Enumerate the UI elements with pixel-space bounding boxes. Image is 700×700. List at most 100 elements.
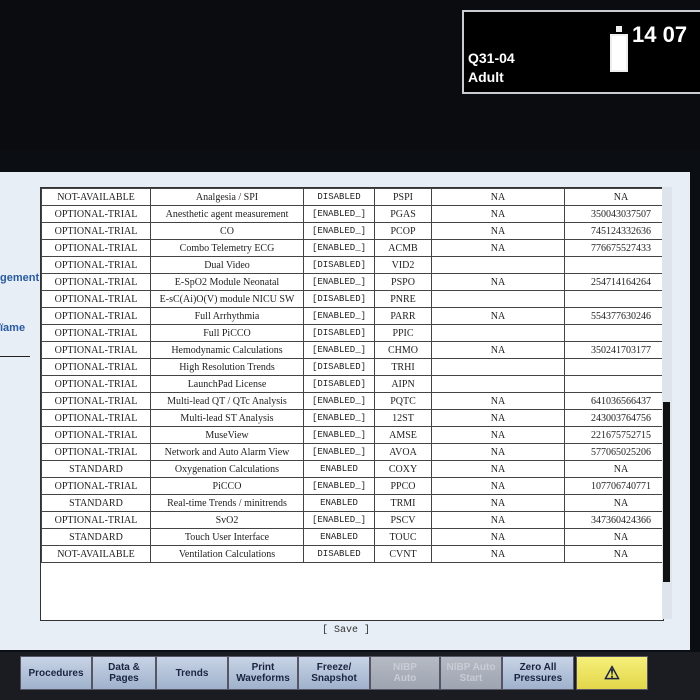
state-cell: [ENABLED_] <box>303 477 375 495</box>
feature-name-cell: Network and Auto Alarm View <box>150 443 304 461</box>
feature-name-cell: PiCCO <box>150 477 304 495</box>
licence-type-cell: OPTIONAL-TRIAL <box>41 511 151 529</box>
trial-cell <box>431 324 565 342</box>
feature-name-cell: Oxygenation Calculations <box>150 460 304 478</box>
table-row[interactable]: OPTIONAL-TRIAL E-sC(Ai)O(V) module NICU S… <box>41 290 663 308</box>
feature-code-cell: CVNT <box>374 545 432 563</box>
bottom-button-label: Trends <box>175 667 209 679</box>
state-cell: [ENABLED_] <box>303 392 375 410</box>
feature-name-cell: E-sC(Ai)O(V) module NICU SW <box>150 290 304 308</box>
trial-cell: NA <box>431 341 565 359</box>
feature-code-cell: TRMI <box>374 494 432 512</box>
state-cell: [ENABLED_] <box>303 273 375 291</box>
bottom-button-label: NIBP Auto Start <box>446 662 496 684</box>
feature-name-cell: MuseView <box>150 426 304 444</box>
table-row[interactable]: OPTIONAL-TRIAL SvO2 [ENABLED_] PSCV NA 347360… <box>41 511 663 529</box>
serial-cell <box>564 375 663 393</box>
battery-icon <box>610 34 628 72</box>
trial-cell: NA <box>431 494 565 512</box>
bottom-button[interactable]: Print Waveforms <box>228 656 298 690</box>
bottom-button-label: Procedures <box>28 667 84 679</box>
scroll-thumb[interactable] <box>663 402 670 582</box>
bottom-button[interactable]: NIBP Auto <box>370 656 440 690</box>
table-row[interactable]: OPTIONAL-TRIAL PiCCO [ENABLED_] PPCO NA 10770… <box>41 477 663 495</box>
state-cell: [ENABLED_] <box>303 239 375 257</box>
licence-type-cell: OPTIONAL-TRIAL <box>41 392 151 410</box>
licence-type-cell: OPTIONAL-TRIAL <box>41 290 151 308</box>
feature-name-cell: Combo Telemetry ECG <box>150 239 304 257</box>
table-row[interactable]: OPTIONAL-TRIAL Hemodynamic Calculations [E… <box>41 341 663 359</box>
table-row[interactable]: OPTIONAL-TRIAL E-SpO2 Module Neonatal [ENA… <box>41 273 663 291</box>
state-cell: DISABLED <box>303 188 375 206</box>
trial-cell: NA <box>431 273 565 291</box>
table-row[interactable]: OPTIONAL-TRIAL CO [ENABLED_] PCOP NA 74512433… <box>41 222 663 240</box>
licence-type-cell: OPTIONAL-TRIAL <box>41 307 151 325</box>
trial-cell: NA <box>431 477 565 495</box>
feature-code-cell: PCOP <box>374 222 432 240</box>
table-row[interactable]: OPTIONAL-TRIAL Multi-lead ST Analysis [ENA… <box>41 409 663 427</box>
alarm-silence-button[interactable]: ⚠ <box>576 656 648 690</box>
feature-code-cell: AMSE <box>374 426 432 444</box>
table-row[interactable]: STANDARD Oxygenation Calculations ENABLED C… <box>41 460 663 478</box>
trial-cell: NA <box>431 426 565 444</box>
table-row[interactable]: OPTIONAL-TRIAL MuseView [ENABLED_] AMSE NA 22… <box>41 426 663 444</box>
serial-cell: 641036566437 <box>564 392 663 410</box>
table-row[interactable]: OPTIONAL-TRIAL Anesthetic agent measureme… <box>41 205 663 223</box>
trial-cell: NA <box>431 205 565 223</box>
trial-cell: NA <box>431 222 565 240</box>
state-cell: [ENABLED_] <box>303 341 375 359</box>
state-cell: [DISABLED] <box>303 375 375 393</box>
bottom-button[interactable]: NIBP Auto Start <box>440 656 502 690</box>
table-row[interactable]: STANDARD Touch User Interface ENABLED TOUC N… <box>41 528 663 546</box>
licence-type-cell: OPTIONAL-TRIAL <box>41 375 151 393</box>
table-row[interactable]: OPTIONAL-TRIAL Combo Telemetry ECG [ENABLE… <box>41 239 663 257</box>
feature-code-cell: CHMO <box>374 341 432 359</box>
state-cell: [ENABLED_] <box>303 443 375 461</box>
table-row[interactable]: NOT-AVAILABLE Ventilation Calculations DIS… <box>41 545 663 563</box>
trial-cell <box>431 290 565 308</box>
licence-type-cell: OPTIONAL-TRIAL <box>41 477 151 495</box>
trial-cell: NA <box>431 545 565 563</box>
trial-cell: NA <box>431 307 565 325</box>
feature-name-cell: Anesthetic agent measurement <box>150 205 304 223</box>
table-row[interactable]: OPTIONAL-TRIAL LaunchPad License [DISABLED… <box>41 375 663 393</box>
divider <box>0 356 30 357</box>
patient-info-box[interactable]: Q31-04 Adult 14 07 <box>462 10 700 94</box>
feature-name-cell: Analgesia / SPI <box>150 188 304 206</box>
state-cell: ENABLED <box>303 460 375 478</box>
bottom-button-label: Freeze/ Snapshot <box>311 662 357 684</box>
table-row[interactable]: OPTIONAL-TRIAL High Resolution Trends [DIS… <box>41 358 663 376</box>
trial-cell <box>431 256 565 274</box>
bed-label: Q31-04 <box>468 50 515 66</box>
bottom-button[interactable]: Zero All Pressures <box>502 656 574 690</box>
left-label-1: gement <box>0 272 40 284</box>
table-row[interactable]: OPTIONAL-TRIAL Network and Auto Alarm Vie… <box>41 443 663 461</box>
trial-cell <box>431 375 565 393</box>
bottom-button[interactable]: Trends <box>156 656 228 690</box>
serial-cell: NA <box>564 494 663 512</box>
save-button[interactable]: [ Save ] <box>322 625 370 636</box>
table-row[interactable]: OPTIONAL-TRIAL Full PiCCO [DISABLED] PPIC <box>41 324 663 342</box>
table-row[interactable]: NOT-AVAILABLE Analgesia / SPI DISABLED PSPI… <box>41 188 663 206</box>
feature-code-cell: COXY <box>374 460 432 478</box>
table-row[interactable]: OPTIONAL-TRIAL Multi-lead QT / QTc Analys… <box>41 392 663 410</box>
bottom-button[interactable]: Data & Pages <box>92 656 156 690</box>
table-row[interactable]: OPTIONAL-TRIAL Dual Video [DISABLED] VID2 <box>41 256 663 274</box>
table-row[interactable]: OPTIONAL-TRIAL Full Arrhythmia [ENABLED_] P… <box>41 307 663 325</box>
table-row[interactable]: STANDARD Real-time Trends / minitrends ENA… <box>41 494 663 512</box>
bottom-button[interactable]: Freeze/ Snapshot <box>298 656 370 690</box>
state-cell: [DISABLED] <box>303 324 375 342</box>
state-cell: [ENABLED_] <box>303 205 375 223</box>
serial-cell: 776675527433 <box>564 239 663 257</box>
state-cell: [DISABLED] <box>303 256 375 274</box>
serial-cell: NA <box>564 460 663 478</box>
battery-cap <box>616 26 622 32</box>
licence-type-cell: OPTIONAL-TRIAL <box>41 273 151 291</box>
bottom-button[interactable]: Procedures <box>20 656 92 690</box>
feature-code-cell: PPCO <box>374 477 432 495</box>
feature-code-cell: AIPN <box>374 375 432 393</box>
feature-code-cell: 12ST <box>374 409 432 427</box>
serial-cell <box>564 358 663 376</box>
serial-cell: 221675752715 <box>564 426 663 444</box>
patient-category: Adult <box>468 69 504 85</box>
